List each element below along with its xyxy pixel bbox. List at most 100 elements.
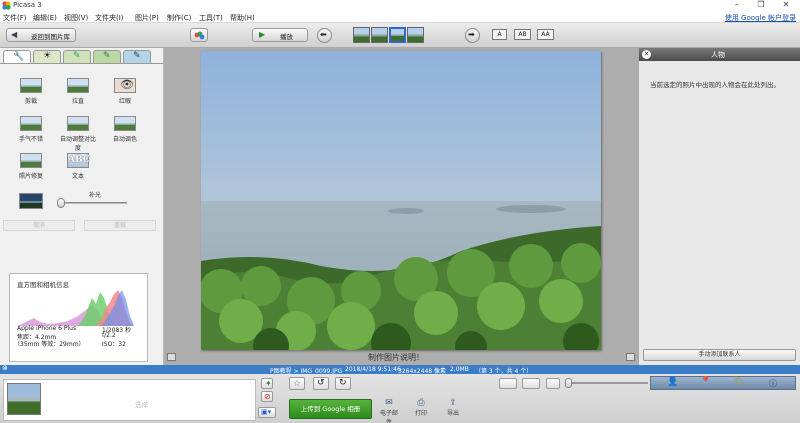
menu-file[interactable]: 文件(F) — [3, 13, 27, 23]
tray-thumbnail[interactable] — [7, 383, 41, 415]
people-panel: ✕ 人物 当前选定的照片中出现的人物会在此处列出。 手动添加联系人 — [638, 48, 800, 365]
menu-create[interactable]: 制作(C) — [167, 13, 191, 23]
back-to-library-button[interactable]: ◀ 返回到图片库 — [6, 28, 76, 42]
close-icon[interactable]: ✕ — [775, 0, 797, 11]
info-tab-icon[interactable]: ⓘ — [769, 378, 777, 389]
menu-picture[interactable]: 图片(P) — [135, 13, 159, 23]
crop-tool[interactable]: 剪裁 — [11, 78, 51, 105]
feeling-lucky-tool[interactable]: 手气不错 — [11, 116, 51, 143]
people-tab-icon[interactable]: 👤 — [667, 377, 678, 387]
menu-edit[interactable]: 编辑(E) — [33, 13, 57, 23]
rotate-left-button[interactable]: ↺ — [313, 377, 329, 390]
fill-light-slider-track[interactable] — [57, 202, 127, 204]
email-button[interactable]: ✉ 电子邮件 — [378, 398, 400, 423]
add-to-album-icon[interactable]: ▣▾ — [258, 407, 276, 418]
undo-button[interactable]: 撤消 — [3, 220, 75, 231]
places-tab-icon[interactable]: 📍 — [700, 377, 711, 387]
text-icon: ABC — [67, 153, 90, 168]
text-tool[interactable]: ABC 文本 — [58, 153, 98, 180]
auto-contrast-tool[interactable]: 自动调整对比度 — [58, 116, 98, 152]
auto-color-icon — [114, 116, 136, 131]
red-eye-tool[interactable]: 👁 红眼 — [105, 78, 145, 105]
zoom-slider-handle[interactable] — [565, 378, 572, 388]
picasa-logo-icon — [2, 1, 11, 10]
next-arrow-icon: ➡ — [468, 30, 475, 39]
rotate-right-button[interactable]: ↻ — [335, 377, 351, 390]
filmstrip-thumb-2[interactable] — [371, 27, 388, 43]
zoom-slider-track[interactable] — [568, 382, 648, 384]
wrench-icon: 🔧 — [13, 52, 25, 62]
crop-icon — [20, 78, 42, 93]
tab-effects-1[interactable]: ✎ — [63, 50, 91, 63]
redo-button[interactable]: 重做 — [84, 220, 156, 231]
sun-icon: ☀ — [43, 51, 52, 61]
title-bar: Picasa 3 – ❐ ✕ — [0, 0, 800, 11]
maximize-icon[interactable]: ❐ — [750, 0, 772, 11]
google-login-link[interactable]: 使用 Google 帐户登录 — [725, 13, 796, 23]
text-label: 文本 — [71, 173, 84, 180]
photo-view: 制作图片说明！ — [164, 48, 638, 365]
photo-tray: 选择 — [3, 379, 256, 421]
view-single-button[interactable] — [499, 378, 517, 389]
caption-input[interactable]: 制作图片说明！ — [368, 352, 424, 363]
straighten-tool[interactable]: 拉直 — [58, 78, 98, 105]
filmstrip-thumb-4[interactable] — [407, 27, 424, 43]
star-button[interactable]: ☆ — [289, 377, 305, 390]
caption-mode-ab[interactable]: AB — [514, 29, 531, 40]
tags-tab-icon[interactable]: 🏷 — [733, 377, 744, 387]
play-slideshow-button[interactable]: ▶ 播放 — [252, 28, 308, 42]
print-label: 打印 — [414, 410, 427, 417]
menu-tools[interactable]: 工具(T) — [199, 13, 223, 23]
retouch-label: 照片修复 — [18, 173, 43, 180]
status-close-icon[interactable]: ⊗ — [2, 364, 8, 372]
iso-value: ISO：32 — [102, 341, 126, 348]
retouch-tool[interactable]: 照片修复 — [11, 153, 51, 180]
collapse-panel-icon[interactable]: ✕ — [642, 50, 651, 59]
clear-tray-icon[interactable]: ⊘ — [261, 391, 273, 402]
straighten-icon — [67, 78, 89, 93]
menu-help[interactable]: 帮助(H) — [230, 13, 255, 23]
view-grid-button[interactable] — [522, 378, 540, 389]
next-photo-button[interactable]: ➡ — [465, 28, 480, 43]
export-button[interactable]: ⇪ 导出 — [442, 398, 464, 417]
brush-icon: ✎ — [73, 51, 81, 61]
hold-pin-icon[interactable]: ✦ — [261, 378, 273, 389]
fill-light-slider-handle[interactable] — [57, 198, 65, 208]
auto-color-tool[interactable]: 自动调色 — [105, 116, 145, 143]
email-icon: ✉ — [385, 398, 393, 408]
previous-photo-button[interactable]: ⬅ — [317, 28, 332, 43]
tab-effects-2[interactable]: ✎ — [93, 50, 121, 63]
histogram-camera-info: 直方图和相机信息 Apple iPhone 6 Plus 焦距：4.2mm （3… — [9, 273, 148, 362]
aperture: f/2.2 — [102, 332, 116, 339]
caption-toggle-icon[interactable] — [167, 353, 176, 361]
filmstrip-thumb-3-selected[interactable] — [389, 27, 406, 43]
filmstrip-thumb-1[interactable] — [353, 27, 370, 43]
people-panel-title: 人物 — [711, 51, 725, 59]
photo-image[interactable] — [201, 51, 601, 350]
people-panel-description: 当前选定的照片中出现的人物会在此处列出。 — [650, 81, 780, 89]
minimize-icon[interactable]: – — [726, 0, 748, 11]
side-panel-tabs: 👤 📍 🏷 ⓘ — [650, 376, 796, 390]
print-button[interactable]: ⎙ 打印 — [410, 398, 432, 417]
feeling-lucky-label: 手气不错 — [18, 136, 43, 143]
tab-tuning[interactable]: ☀ — [33, 50, 61, 63]
zoom-out-button[interactable] — [546, 378, 560, 389]
prev-arrow-icon: ⬅ — [320, 30, 327, 39]
add-contact-button[interactable]: 手动添加联系人 — [643, 349, 796, 361]
color-effects-button[interactable] — [190, 28, 208, 42]
caption-mode-aa[interactable]: AA — [537, 29, 554, 40]
crop-label: 剪裁 — [24, 98, 37, 105]
menu-folder[interactable]: 文件夹(I) — [95, 13, 124, 23]
upload-google-photos-button[interactable]: 上传到 Google 相册 — [289, 399, 372, 419]
menu-view[interactable]: 视图(V) — [64, 13, 88, 23]
tab-effects-3[interactable]: ✎ — [123, 50, 151, 63]
caption-expand-icon[interactable] — [626, 353, 635, 361]
caption-mode-a[interactable]: A — [492, 29, 507, 40]
back-arrow-icon: ◀ — [11, 30, 18, 39]
auto-color-label: 自动调色 — [112, 136, 137, 143]
print-icon: ⎙ — [417, 398, 425, 408]
focal-equivalent: （35mm 等效：29mm） — [14, 341, 85, 348]
tab-basic-fixes[interactable]: 🔧 — [3, 50, 31, 63]
tab-divider — [0, 63, 163, 64]
camera-model: Apple iPhone 6 Plus — [17, 325, 77, 332]
